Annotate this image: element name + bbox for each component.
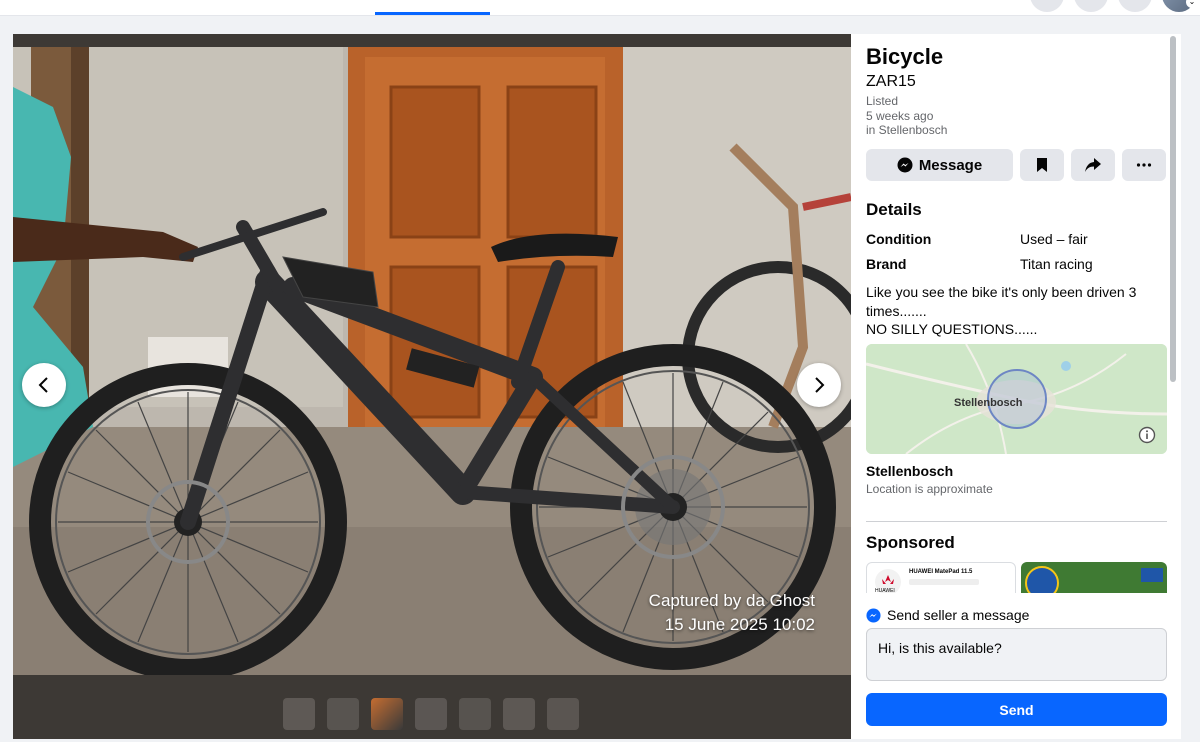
photo-watermark: Captured by da Ghost 15 June 2025 10:02 bbox=[649, 589, 815, 637]
listed-location: in Stellenbosch bbox=[866, 123, 948, 137]
next-photo-button[interactable] bbox=[797, 363, 841, 407]
info-icon[interactable] bbox=[1138, 426, 1156, 444]
detail-key: Condition bbox=[866, 231, 932, 247]
share-icon bbox=[1085, 158, 1101, 172]
chevron-right-icon bbox=[815, 377, 825, 393]
more-options-button[interactable] bbox=[1122, 149, 1166, 181]
location-note: Location is approximate bbox=[866, 482, 993, 496]
messenger-icon bbox=[866, 607, 881, 623]
top-navigation-bar: ⌄ bbox=[0, 0, 1200, 16]
ad-banner bbox=[909, 579, 979, 585]
listing-price: ZAR15 bbox=[866, 73, 916, 90]
more-icon bbox=[1136, 163, 1152, 167]
listed-label: Listed bbox=[866, 94, 899, 108]
panel-scrollbar[interactable] bbox=[1170, 36, 1176, 382]
thumbnail-3[interactable] bbox=[371, 698, 403, 730]
bookmark-icon bbox=[1037, 158, 1047, 172]
save-button[interactable] bbox=[1020, 149, 1064, 181]
ad-product-title: HUAWEI MatePad 11.5 bbox=[909, 569, 973, 575]
thumbnail-7[interactable] bbox=[547, 698, 579, 730]
detail-value: Titan racing bbox=[1020, 256, 1093, 272]
active-tab-indicator bbox=[375, 12, 490, 15]
thumbnail-6[interactable] bbox=[503, 698, 535, 730]
listing-photo bbox=[13, 47, 851, 675]
description-line: times....... bbox=[866, 302, 927, 319]
listed-time: 5 weeks ago bbox=[866, 108, 934, 123]
send-message-text: Send seller a message bbox=[887, 607, 1030, 623]
menu-icon[interactable] bbox=[1030, 0, 1064, 12]
detail-value: Used – fair bbox=[1020, 231, 1088, 247]
location-map[interactable]: Stellenbosch bbox=[866, 344, 1167, 454]
send-button[interactable]: Send bbox=[866, 693, 1167, 726]
advertiser-logo bbox=[1025, 566, 1059, 594]
sponsored-ad-huawei[interactable]: HUAWEI MatePad 11.5 HUAWEI bbox=[866, 562, 1016, 594]
message-button-label: Message bbox=[918, 156, 983, 174]
detail-key: Brand bbox=[866, 256, 907, 272]
thumbnail-2[interactable] bbox=[327, 698, 359, 730]
photo-viewer: Captured by da Ghost 15 June 2025 10:02 bbox=[13, 34, 851, 739]
thumbnail-4[interactable] bbox=[415, 698, 447, 730]
details-heading: Details bbox=[866, 200, 922, 219]
description-line: Like you see the bike it's only been dri… bbox=[866, 284, 1137, 300]
map-label: Stellenbosch bbox=[954, 397, 1023, 409]
message-input[interactable]: Hi, is this available? bbox=[866, 628, 1167, 681]
listing-title: Bicycle bbox=[866, 44, 944, 69]
account-chevron-icon[interactable]: ⌄ bbox=[1186, 0, 1198, 8]
location-name: Stellenbosch bbox=[866, 463, 954, 479]
listing-meta: Listed 5 weeks ago in Stellenbosch bbox=[866, 94, 947, 138]
share-button[interactable] bbox=[1071, 149, 1115, 181]
messenger-icon bbox=[897, 157, 913, 173]
previous-photo-button[interactable] bbox=[22, 363, 66, 407]
ad-image bbox=[1141, 568, 1163, 582]
message-composer: Send seller a message Hi, is this availa… bbox=[851, 593, 1181, 739]
thumbnail-5[interactable] bbox=[459, 698, 491, 730]
thumbnail-strip bbox=[283, 698, 579, 730]
description-line: NO SILLY QUESTIONS...... bbox=[866, 321, 1038, 337]
chevron-left-icon bbox=[38, 377, 48, 393]
watermark-line-1: Captured by da Ghost bbox=[648, 591, 815, 610]
section-divider bbox=[866, 521, 1167, 522]
messenger-icon[interactable] bbox=[1074, 0, 1108, 12]
sponsored-ads: HUAWEI MatePad 11.5 HUAWEI bbox=[866, 562, 1167, 594]
thumbnail-1[interactable] bbox=[283, 698, 315, 730]
listing-description: Like you see the bike it's only been dri… bbox=[866, 283, 1156, 339]
sponsored-ad-2[interactable] bbox=[1021, 562, 1167, 594]
listing-actions: Message bbox=[866, 149, 1166, 181]
send-message-label: Send seller a message bbox=[866, 607, 1029, 623]
watermark-line-2: 15 June 2025 10:02 bbox=[664, 615, 815, 634]
sponsored-heading: Sponsored bbox=[866, 533, 955, 552]
notifications-icon[interactable] bbox=[1118, 0, 1152, 12]
message-button[interactable]: Message bbox=[866, 149, 1013, 181]
